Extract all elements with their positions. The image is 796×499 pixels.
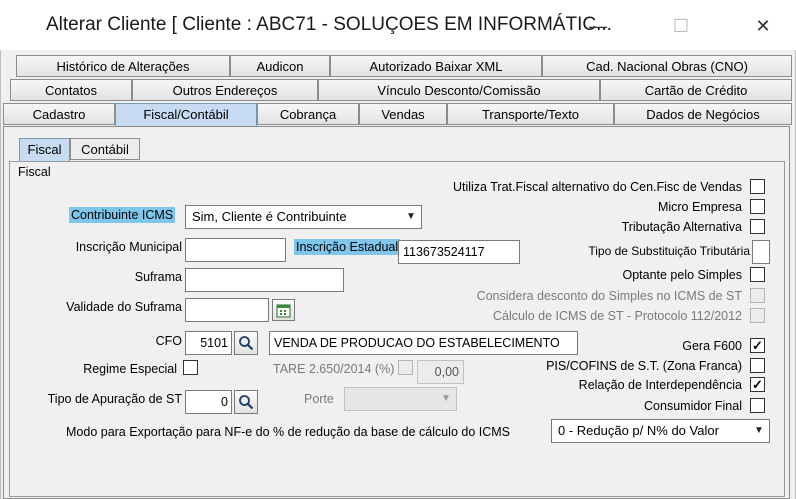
tipo-substituicao-label: Tipo de Substituição Tributária [588, 244, 750, 258]
tab-cad-nacional-obras[interactable]: Cad. Nacional Obras (CNO) [542, 55, 792, 77]
contribuinte-select[interactable]: Sim, Cliente é Contribuinte ▼ [185, 205, 422, 229]
relacao-interdependencia-checkbox[interactable]: ✓ [750, 377, 765, 392]
tab-contatos[interactable]: Contatos [10, 79, 132, 101]
search-icon [239, 395, 254, 410]
insc-municipal-label: Inscrição Municipal [75, 240, 182, 254]
tab-transporte-texto[interactable]: Transporte/Texto [447, 103, 614, 125]
contribuinte-label: Contribuinte ICMS [69, 207, 176, 223]
validade-suframa-input[interactable] [185, 298, 269, 322]
considera-desconto-checkbox[interactable] [750, 288, 765, 303]
micro-empresa-checkbox[interactable] [750, 199, 765, 214]
maximize-button[interactable]: ☐ [658, 8, 704, 44]
calendar-icon [276, 304, 291, 318]
consumidor-final-checkbox[interactable] [750, 398, 765, 413]
tab-audicon[interactable]: Audicon [230, 55, 330, 77]
regime-especial-checkbox[interactable] [183, 360, 198, 375]
insc-municipal-input[interactable] [185, 238, 286, 262]
calculo-icms-st-checkbox[interactable] [750, 308, 765, 323]
porte-select[interactable]: ▼ [344, 387, 457, 411]
gera-f600-checkbox[interactable]: ✓ [750, 338, 765, 353]
tipo-apuracao-label: Tipo de Apuração de ST [47, 392, 182, 406]
modo-exportacao-value: 0 - Redução p/ N% do Valor [558, 423, 719, 438]
relacao-interdependencia-label: Relação de Interdependência [578, 378, 742, 392]
minimize-button[interactable]: — [575, 8, 621, 44]
close-button[interactable]: ✕ [740, 8, 786, 44]
tipo-apuracao-input[interactable]: 0 [185, 390, 232, 414]
window-title: Alterar Cliente [ Cliente : ABC71 - SOLU… [46, 14, 612, 35]
subtab-contabil[interactable]: Contábil [70, 138, 140, 160]
modo-exportacao-label: Modo para Exportação para NF-e do % de r… [66, 425, 511, 439]
suframa-input[interactable] [185, 268, 344, 292]
tare-input[interactable]: 0,00 [417, 360, 464, 384]
consumidor-final-label: Consumidor Final [644, 399, 742, 413]
tab-autorizado-baixar-xml[interactable]: Autorizado Baixar XML [330, 55, 542, 77]
regime-especial-label: Regime Especial [83, 362, 177, 376]
validade-suframa-label: Validade do Suframa [66, 300, 182, 314]
search-icon [239, 336, 254, 351]
considera-desconto-label: Considera desconto do Simples no ICMS de… [476, 289, 742, 303]
tare-checkbox[interactable] [398, 360, 413, 375]
utiliza-trat-fiscal-checkbox[interactable] [750, 179, 765, 194]
tributacao-alternativa-checkbox[interactable] [750, 219, 765, 234]
group-title: Fiscal [18, 165, 51, 179]
pis-cofins-label: PIS/COFINS de S.T. (Zona Franca) [546, 359, 742, 373]
suframa-label: Suframa [134, 270, 182, 284]
optante-simples-label: Optante pelo Simples [622, 268, 742, 282]
insc-estadual-label: Inscrição Estadual [294, 239, 401, 255]
modo-exportacao-select[interactable]: 0 - Redução p/ N% do Valor ▼ [551, 419, 770, 443]
tab-dados-negocios[interactable]: Dados de Negócios [614, 103, 792, 125]
calendar-button[interactable] [272, 299, 295, 321]
tab-fiscal-contabil[interactable]: Fiscal/Contábil [115, 103, 257, 127]
tab-cobranca[interactable]: Cobrança [257, 103, 359, 125]
cfo-label: CFO [155, 334, 182, 348]
cfo-search-button[interactable] [234, 331, 258, 355]
cfo-description-input[interactable]: VENDA DE PRODUCAO DO ESTABELECIMENTO [269, 331, 578, 355]
calculo-icms-st-label: Cálculo de ICMS de ST - Protocolo 112/20… [493, 309, 742, 323]
chevron-down-icon: ▼ [441, 393, 451, 404]
optante-simples-checkbox[interactable] [750, 267, 765, 282]
tab-historico[interactable]: Histórico de Alterações [16, 55, 230, 77]
contribuinte-value: Sim, Cliente é Contribuinte [192, 209, 347, 224]
tab-cadastro[interactable]: Cadastro [3, 103, 115, 125]
gera-f600-label: Gera F600 [682, 339, 742, 353]
chevron-down-icon: ▼ [406, 211, 416, 222]
tab-vendas[interactable]: Vendas [359, 103, 447, 125]
tipo-substituicao-input[interactable] [752, 240, 770, 264]
tab-cartao-credito[interactable]: Cartão de Crédito [600, 79, 792, 101]
pis-cofins-checkbox[interactable] [750, 358, 765, 373]
utiliza-trat-fiscal-label: Utiliza Trat.Fiscal alternativo do Cen.F… [452, 180, 742, 194]
tipo-apuracao-search-button[interactable] [234, 390, 258, 414]
micro-empresa-label: Micro Empresa [657, 200, 742, 214]
tab-outros-enderecos[interactable]: Outros Endereços [132, 79, 318, 101]
tare-label: TARE 2.650/2014 (%) [273, 362, 395, 376]
chevron-down-icon: ▼ [754, 425, 764, 436]
tributacao-alternativa-label: Tributação Alternativa [621, 220, 742, 234]
tab-vinculo-desconto[interactable]: Vínculo Desconto/Comissão [318, 79, 600, 101]
subtab-fiscal[interactable]: Fiscal [19, 138, 70, 162]
cfo-code-input[interactable]: 5101 [185, 331, 232, 355]
porte-label: Porte [304, 392, 334, 406]
